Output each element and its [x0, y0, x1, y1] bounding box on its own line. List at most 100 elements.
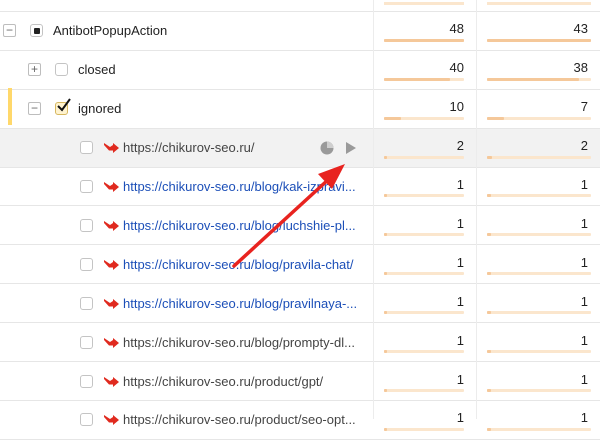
metric-value-1: 48: [449, 21, 464, 37]
metric-bar-2: [487, 38, 591, 42]
metric-value-1: 1: [456, 177, 464, 193]
metric-bar-1: [384, 38, 464, 42]
table-row[interactable]: https://chikurov-seo.ru/product/seo-opt.…: [0, 401, 600, 440]
metric-bar-2: [487, 194, 591, 198]
redirect-arrow-icon: [104, 337, 119, 348]
url-link[interactable]: https://chikurov-seo.ru/blog/pravila-cha…: [123, 257, 354, 272]
row-checkbox[interactable]: [80, 180, 93, 194]
collapse-button[interactable]: −: [28, 102, 41, 116]
row-checkbox[interactable]: [80, 218, 93, 232]
metric-bar-fill-1: [384, 155, 388, 159]
metric-bar-fill-2: [487, 194, 491, 198]
metric-value-2: 1: [580, 371, 588, 387]
url-link[interactable]: https://chikurov-seo.ru/blog/pravilnaya-…: [123, 296, 357, 311]
group-row[interactable]: − ignored 10 7: [0, 90, 600, 129]
metric-value-2: 1: [580, 293, 588, 309]
row-checkbox[interactable]: [55, 63, 68, 77]
row-checkbox[interactable]: [80, 413, 93, 427]
group-label: AntibotPopupAction: [53, 23, 168, 39]
metric-value-1: 10: [449, 99, 464, 115]
table-row[interactable]: https://chikurov-seo.ru/blog/prompty-dl.…: [0, 323, 600, 363]
metric-value-1: 1: [456, 254, 464, 270]
url-label: https://chikurov-seo.ru/product/seo-opt.…: [123, 412, 356, 428]
metric-value-2: 7: [580, 99, 588, 115]
metric-bar-2: [487, 77, 591, 81]
table-row[interactable]: https://chikurov-seo.ru/blog/pravila-cha…: [0, 245, 600, 285]
redirect-arrow-icon: [104, 220, 119, 231]
check-icon: [57, 98, 71, 112]
table-header-stub: [0, 0, 600, 12]
table-row[interactable]: https://chikurov-seo.ru/2 2: [0, 128, 600, 168]
metric-value-1: 1: [456, 215, 464, 231]
group-row[interactable]: + closed 40 38: [0, 51, 600, 90]
metric-bar-1: [384, 155, 464, 159]
metric-bar-fill-1: [384, 388, 387, 392]
metric-bar-fill-2: [487, 272, 491, 276]
group-label: ignored: [78, 101, 122, 117]
play-icon[interactable]: [345, 141, 357, 155]
row-checkbox[interactable]: [80, 374, 93, 388]
expand-button[interactable]: +: [28, 63, 41, 77]
metric-bar-fill-1: [384, 38, 464, 42]
redirect-arrow-icon: [104, 259, 119, 270]
metric-bar-fill-1: [384, 233, 387, 237]
collapse-button[interactable]: −: [3, 24, 16, 38]
url-link[interactable]: https://chikurov-seo.ru/blog/kak-izpravi…: [123, 179, 356, 194]
row-checkbox[interactable]: [80, 335, 93, 349]
metric-value-1: 1: [456, 332, 464, 348]
metric-value-1: 2: [456, 138, 464, 154]
row-checkbox[interactable]: [80, 296, 93, 310]
group-row[interactable]: − AntibotPopupAction 48 43: [0, 12, 600, 51]
row-checkbox[interactable]: [55, 98, 71, 116]
metric-bar-fill-2: [487, 233, 491, 237]
metric-value-2: 1: [580, 332, 588, 348]
metric-bar-1: [384, 194, 464, 198]
metric-bar-fill-1: [384, 116, 401, 120]
report-table: − AntibotPopupAction 48 43 + closed 40 38 − ignor…: [0, 0, 600, 440]
metric-bar-fill-2: [487, 311, 491, 315]
metric-bar-fill-1: [384, 311, 387, 315]
metric-bar-1: [384, 233, 464, 237]
metric-bar-fill-2: [487, 116, 504, 120]
selected-row-marker: [8, 88, 12, 125]
url-label: https://chikurov-seo.ru/product/gpt/: [123, 373, 324, 389]
redirect-arrow-icon: [104, 415, 119, 426]
metric-bar-1: [384, 427, 464, 431]
metric-value-1: 1: [456, 410, 464, 426]
metric-value-1: 1: [456, 371, 464, 387]
metric-bar-2: [487, 272, 591, 276]
pie-chart-icon[interactable]: [320, 141, 334, 155]
metric-bar-2: [487, 233, 591, 237]
redirect-arrow-icon: [104, 298, 119, 309]
metric-bar-2: [487, 311, 591, 315]
metric-value-2: 1: [580, 410, 588, 426]
metric-bar-fill-1: [384, 427, 387, 431]
metric-value-2: 43: [573, 21, 588, 37]
metric-value-2: 1: [580, 177, 588, 193]
metric-bar-1: [384, 77, 464, 81]
metric-bar-2: [487, 116, 591, 120]
metric-bar-fill-2: [487, 388, 491, 392]
url-label: https://chikurov-seo.ru/blog/prompty-dl.…: [123, 334, 355, 350]
table-row[interactable]: https://chikurov-seo.ru/product/gpt/1 1: [0, 362, 600, 401]
column-divider-2: [476, 0, 477, 419]
row-checkbox[interactable]: [80, 141, 93, 155]
table-row[interactable]: https://chikurov-seo.ru/blog/kak-izpravi…: [0, 168, 600, 207]
row-checkbox[interactable]: [80, 257, 93, 271]
table-row[interactable]: https://chikurov-seo.ru/blog/pravilnaya-…: [0, 284, 600, 324]
redirect-arrow-icon: [104, 182, 119, 193]
redirect-arrow-icon: [104, 376, 119, 387]
row-checkbox[interactable]: [30, 24, 43, 38]
metric-bar-2: [487, 155, 591, 159]
metric-bar-fill-2: [487, 77, 579, 81]
column-divider-1: [373, 0, 374, 419]
url-label: https://chikurov-seo.ru/: [123, 140, 255, 156]
table-row[interactable]: https://chikurov-seo.ru/blog/luchshie-pl…: [0, 207, 600, 246]
header-bar-col1: [384, 2, 464, 5]
metric-bar-fill-1: [384, 350, 387, 354]
metric-bar-1: [384, 388, 464, 392]
url-link[interactable]: https://chikurov-seo.ru/blog/luchshie-pl…: [123, 218, 356, 233]
metric-bar-1: [384, 350, 464, 354]
metric-bar-fill-1: [384, 77, 451, 81]
metric-value-1: 1: [456, 293, 464, 309]
